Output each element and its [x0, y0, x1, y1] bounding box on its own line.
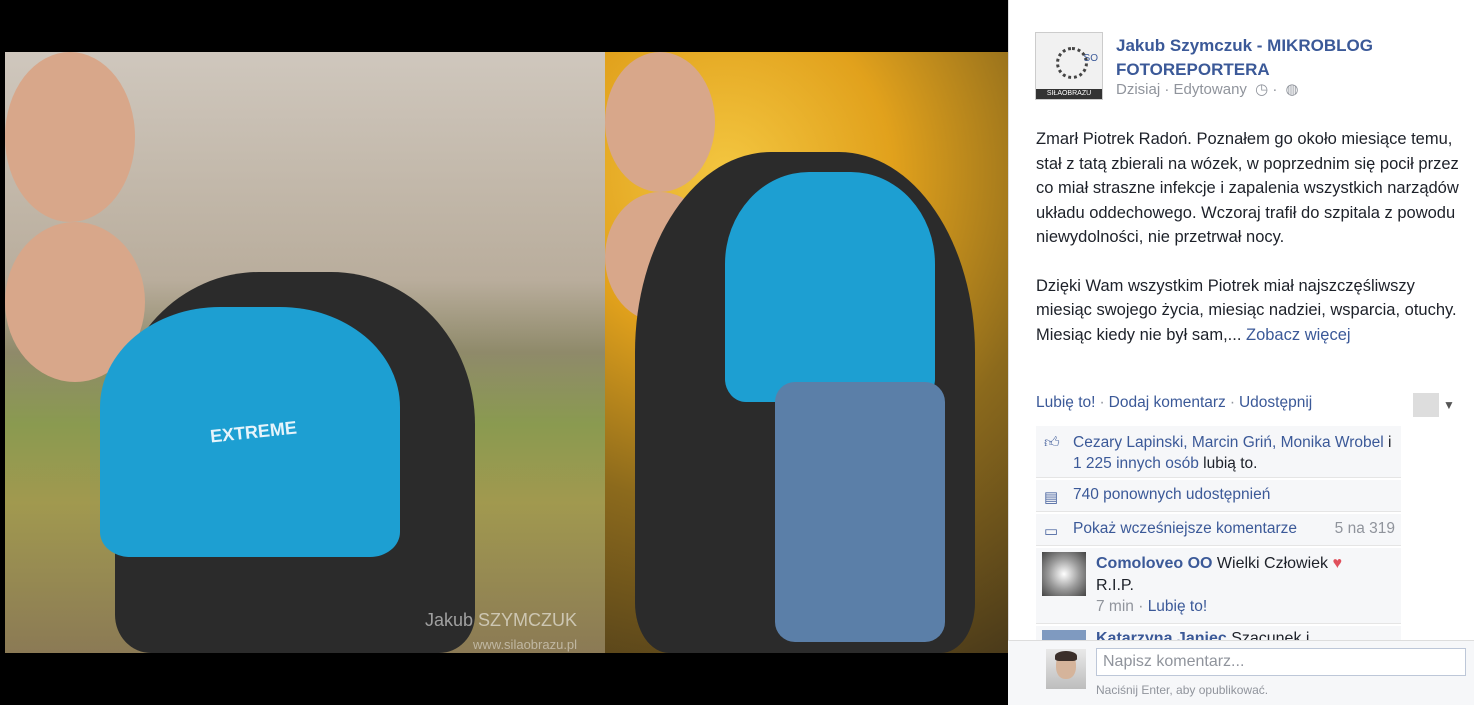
post-sidebar: SO SIŁAOBRAZU Jakub Szymczuk - MIKROBLOG…	[1008, 0, 1474, 705]
current-user-avatar	[1046, 649, 1086, 689]
comments-count: 5 na 319	[1334, 520, 1395, 537]
comment-button[interactable]: Dodaj komentarz	[1109, 394, 1226, 411]
son-jeans	[775, 382, 945, 642]
previous-comments-row: ▭ Pokaż wcześniejsze komentarze 5 na 319	[1036, 514, 1401, 546]
post-edited[interactable]: Edytowany	[1174, 81, 1247, 98]
avatar-label: SIŁAOBRAZU	[1036, 89, 1102, 99]
globe-icon[interactable]: ◍	[1286, 80, 1299, 98]
commenter-name[interactable]: Comoloveo OO	[1096, 555, 1212, 572]
likers-others[interactable]: 1 225 innych osób	[1073, 455, 1199, 472]
father-face	[5, 52, 135, 222]
comment-text-line2: R.I.P.	[1096, 577, 1134, 594]
comment: Comoloveo OO Wielki Człowiek ♥ R.I.P. 7 …	[1036, 548, 1401, 624]
like-button[interactable]: Lubię to!	[1036, 394, 1095, 411]
father-face-2	[605, 52, 715, 192]
page-avatar[interactable]: SO SIŁAOBRAZU	[1035, 32, 1103, 100]
comment-bubble-icon: ▭	[1044, 523, 1059, 540]
likers-names[interactable]: Cezary Lapinski, Marcin Griń, Monika Wro…	[1073, 434, 1384, 451]
clock-icon: ◷	[1255, 81, 1269, 98]
share-button[interactable]: Udostępnij	[1239, 394, 1312, 411]
likes-summary: 👍︎ Cezary Lapinski, Marcin Griń, Monika …	[1036, 426, 1401, 478]
photo-watermark: Jakub SZYMCZUK	[425, 610, 578, 630]
viewer-avatar[interactable]	[1413, 393, 1439, 417]
post-body: Zmarł Piotrek Radoń. Poznałem go około m…	[1036, 127, 1468, 347]
photo-right-half	[605, 52, 1008, 653]
likers-suffix: lubią to.	[1203, 455, 1258, 472]
photo-viewer: EXTREME Jakub SZYMCZUK www.silaobrazu.pl	[0, 0, 1008, 705]
post-meta: Dzisiaj · Edytowany ◷ · ◍	[1116, 80, 1299, 98]
shares-summary: ▤ 740 ponownych udostępnień	[1036, 480, 1401, 512]
post-date[interactable]: Dzisiaj	[1116, 81, 1160, 98]
post-paragraph-1: Zmarł Piotrek Radoń. Poznałem go około m…	[1036, 130, 1459, 246]
share-icon: ▤	[1044, 489, 1059, 506]
commenter-avatar[interactable]	[1042, 552, 1086, 596]
comment-composer: Naciśnij Enter, aby opublikować.	[1008, 640, 1474, 705]
chevron-down-icon[interactable]: ▼	[1443, 398, 1455, 412]
shares-link[interactable]: 740 ponownych udostępnień	[1073, 486, 1270, 504]
composer-hint: Naciśnij Enter, aby opublikować.	[1096, 683, 1269, 697]
post-actions: Lubię to! · Dodaj komentarz · Udostępnij	[1036, 394, 1313, 411]
post-author[interactable]: Jakub Szymczuk - MIKROBLOG FOTOREPORTERA	[1116, 34, 1456, 82]
likers-connector: i	[1388, 434, 1392, 451]
see-more-link[interactable]: Zobacz więcej	[1246, 326, 1351, 344]
thumbs-up-icon: 👍︎	[1044, 434, 1060, 451]
heart-icon: ♥	[1332, 555, 1342, 572]
comment-like-link[interactable]: Lubię to!	[1148, 598, 1207, 615]
show-previous-comments-link[interactable]: Pokaż wcześniejsze komentarze	[1073, 520, 1297, 538]
photo[interactable]: EXTREME Jakub SZYMCZUK www.silaobrazu.pl	[5, 52, 1008, 653]
comment-time[interactable]: 7 min	[1096, 598, 1134, 615]
photo-watermark-url: www.silaobrazu.pl	[473, 637, 578, 652]
son-jacket-2	[725, 172, 935, 402]
photo-left-half: EXTREME Jakub SZYMCZUK www.silaobrazu.pl	[5, 52, 605, 653]
comment-text: Wielki Człowiek	[1216, 555, 1329, 572]
comment-input[interactable]	[1096, 648, 1466, 676]
logo-mark: SO	[1083, 53, 1098, 64]
